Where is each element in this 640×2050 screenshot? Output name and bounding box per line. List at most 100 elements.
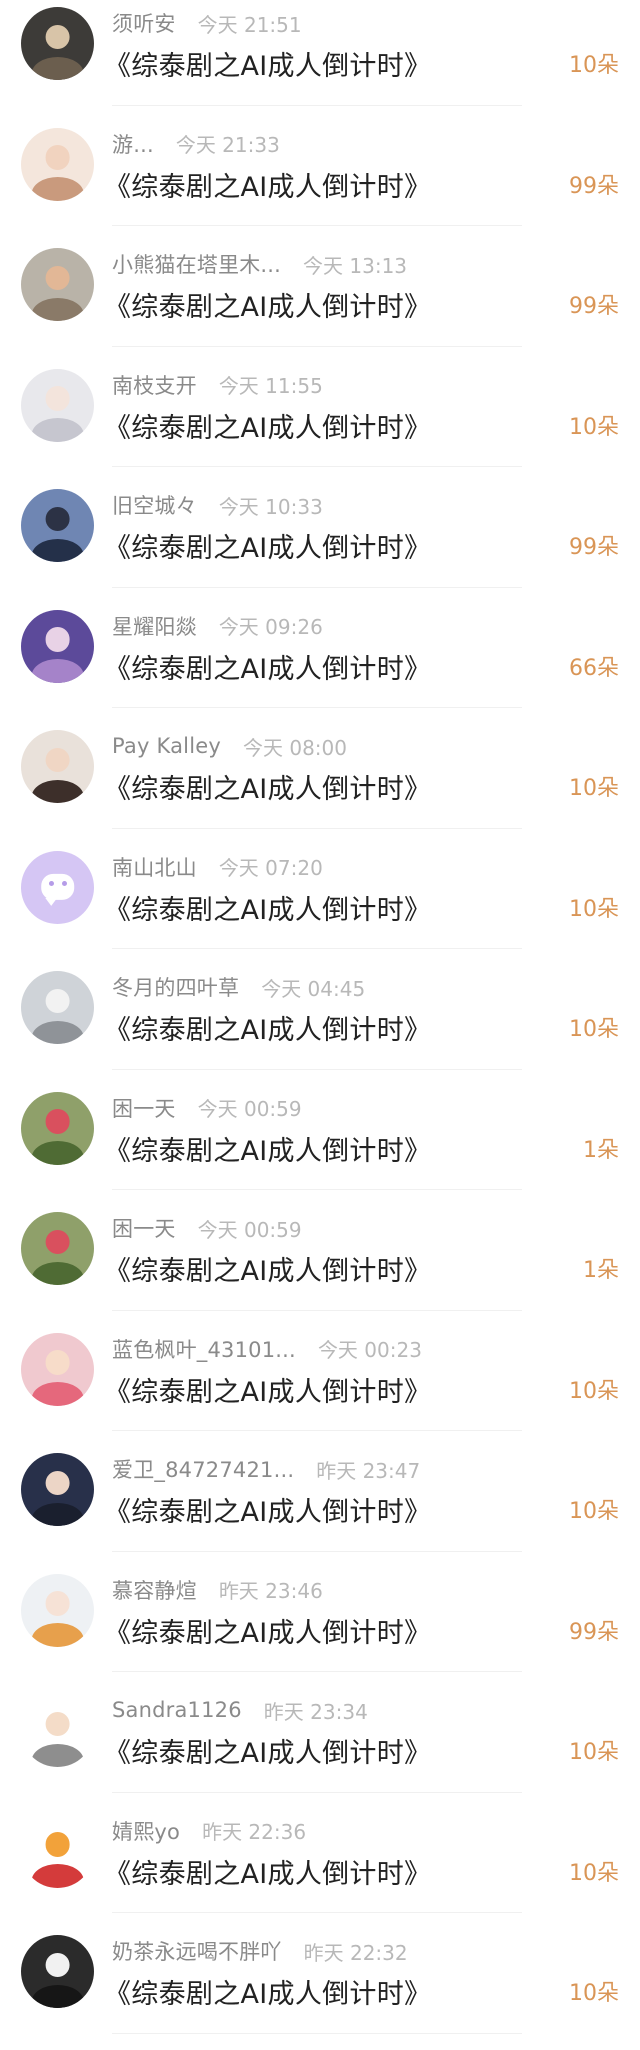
avatar-body	[31, 1502, 84, 1526]
row-divider	[112, 1550, 522, 1552]
user-avatar[interactable]	[21, 1212, 94, 1285]
meta-line: 婧熙yo 昨天 22:36	[112, 1816, 306, 1846]
work-title[interactable]: 《综泰剧之AI成人倒计时》	[104, 1370, 431, 1409]
work-title[interactable]: 《综泰剧之AI成人倒计时》	[104, 767, 431, 806]
flower-amount: 1朵	[583, 1258, 619, 1283]
timestamp: 今天 21:51	[197, 12, 302, 37]
username[interactable]: Sandra1126	[112, 1698, 242, 1722]
work-title[interactable]: 《综泰剧之AI成人倒计时》	[104, 647, 431, 686]
avatar-body	[31, 1864, 84, 1888]
work-title[interactable]: 《综泰剧之AI成人倒计时》	[104, 1972, 431, 2011]
work-title[interactable]: 《综泰剧之AI成人倒计时》	[104, 1008, 431, 1047]
username[interactable]: 星耀阳燚	[112, 611, 197, 641]
flower-amount: 10朵	[569, 1017, 619, 1042]
timestamp: 今天 10:33	[218, 494, 323, 519]
user-avatar[interactable]	[21, 609, 94, 683]
user-avatar[interactable]	[21, 971, 94, 1044]
row-divider	[112, 1791, 522, 1793]
gift-record-row[interactable]: Sandra1126 昨天 23:34 《综泰剧之AI成人倒计时》 10朵	[0, 1687, 640, 1808]
work-title[interactable]: 《综泰剧之AI成人倒计时》	[104, 44, 431, 83]
gift-record-row[interactable]: Pay Kalley 今天 08:00 《综泰剧之AI成人倒计时》 10朵	[0, 723, 640, 844]
work-title[interactable]: 《综泰剧之AI成人倒计时》	[104, 1129, 431, 1168]
gift-record-row[interactable]: 蓝色枫叶_43101... 今天 00:23 《综泰剧之AI成人倒计时》 10朵	[0, 1326, 640, 1447]
work-title[interactable]: 《综泰剧之AI成人倒计时》	[104, 1490, 431, 1529]
work-title[interactable]: 《综泰剧之AI成人倒计时》	[104, 406, 431, 445]
username[interactable]: 旧空城々	[112, 490, 197, 520]
gift-record-row[interactable]: 困一天 今天 00:59 《综泰剧之AI成人倒计时》 1朵	[0, 1205, 640, 1326]
flower-amount: 99朵	[569, 294, 619, 319]
user-avatar[interactable]	[21, 1091, 94, 1165]
gift-record-row[interactable]: 困一天 今天 00:59 《综泰剧之AI成人倒计时》 1朵	[0, 1085, 640, 1206]
username[interactable]: 蓝色枫叶_43101...	[112, 1334, 296, 1364]
meta-line: 爱卫_84727421... 昨天 23:47	[112, 1454, 421, 1484]
work-title[interactable]: 《综泰剧之AI成人倒计时》	[104, 526, 431, 565]
gift-record-row[interactable]: 游... 今天 21:33 《综泰剧之AI成人倒计时》 99朵	[0, 121, 640, 242]
user-avatar[interactable]	[21, 1573, 94, 1647]
username[interactable]: Pay Kalley	[112, 734, 221, 758]
username[interactable]: 南山北山	[112, 852, 197, 882]
username[interactable]: 困一天	[112, 1093, 176, 1123]
gift-record-row[interactable]: 小熊猫在塔里木... 今天 13:13 《综泰剧之AI成人倒计时》 99朵	[0, 241, 640, 362]
avatar-body	[31, 779, 84, 803]
gift-record-row[interactable]: 南山北山 今天 07:20 《综泰剧之AI成人倒计时》 10朵	[0, 844, 640, 965]
username[interactable]: 婧熙yo	[112, 1816, 180, 1846]
gift-record-row[interactable]: 星耀阳燚 今天 09:26 《综泰剧之AI成人倒计时》 66朵	[0, 603, 640, 724]
user-avatar[interactable]	[21, 127, 94, 201]
meta-line: 困一天 今天 00:59	[112, 1213, 302, 1243]
user-avatar[interactable]	[21, 1814, 94, 1888]
timestamp: 今天 00:23	[317, 1338, 422, 1362]
work-title[interactable]: 《综泰剧之AI成人倒计时》	[104, 1611, 431, 1650]
gift-record-row[interactable]: 冬月的四叶草 今天 04:45 《综泰剧之AI成人倒计时》 10朵	[0, 964, 640, 1085]
avatar-face	[45, 1711, 70, 1737]
gift-record-row[interactable]: 婧熙yo 昨天 22:36 《综泰剧之AI成人倒计时》 10朵	[0, 1808, 640, 1929]
user-avatar[interactable]	[21, 248, 94, 321]
user-avatar[interactable]	[21, 1332, 94, 1406]
user-avatar[interactable]	[21, 7, 94, 80]
gift-record-row[interactable]: 慕容静煊 昨天 23:46 《综泰剧之AI成人倒计时》 99朵	[0, 1567, 640, 1688]
gift-record-row[interactable]: 须听安 今天 21:51 《综泰剧之AI成人倒计时》 10朵	[0, 0, 640, 121]
row-divider	[112, 1068, 522, 1070]
username[interactable]: 须听安	[112, 8, 176, 38]
username[interactable]: 冬月的四叶草	[112, 972, 239, 1002]
flower-amount: 99朵	[569, 173, 619, 199]
user-avatar[interactable]	[21, 368, 94, 442]
avatar-face	[45, 24, 70, 50]
username[interactable]: 慕容静煊	[112, 1575, 197, 1605]
user-avatar[interactable]	[21, 730, 94, 803]
gift-record-row[interactable]: 爱卫_84727421... 昨天 23:47 《综泰剧之AI成人倒计时》 10…	[0, 1446, 640, 1567]
timestamp: 昨天 23:46	[218, 1579, 323, 1603]
gift-record-row[interactable]: 奶茶永远喝不胖吖 昨天 22:32 《综泰剧之AI成人倒计时》 10朵	[0, 1928, 640, 2049]
username[interactable]: 小熊猫在塔里木...	[112, 249, 281, 279]
username[interactable]: 南枝支开	[112, 370, 197, 400]
username[interactable]: 游...	[112, 129, 154, 159]
gift-record-row[interactable]: 南枝支开 今天 11:55 《综泰剧之AI成人倒计时》 10朵	[0, 362, 640, 483]
user-avatar[interactable]	[21, 1694, 94, 1767]
username[interactable]: 奶茶永远喝不胖吖	[112, 1936, 282, 1966]
avatar-body	[31, 659, 84, 683]
timestamp: 今天 21:33	[175, 133, 280, 157]
avatar-body	[31, 1623, 84, 1647]
work-title[interactable]: 《综泰剧之AI成人倒计时》	[104, 1852, 431, 1891]
work-title[interactable]: 《综泰剧之AI成人倒计时》	[104, 165, 431, 204]
user-avatar[interactable]	[21, 1453, 94, 1526]
meta-line: Pay Kalley 今天 08:00	[112, 733, 347, 760]
avatar-body	[31, 56, 84, 80]
flower-amount: 10朵	[569, 1499, 619, 1524]
meta-line: 南山北山 今天 07:20	[112, 852, 323, 882]
user-avatar[interactable]	[21, 489, 94, 562]
gift-record-row[interactable]: 旧空城々 今天 10:33 《综泰剧之AI成人倒计时》 99朵	[0, 482, 640, 603]
user-avatar[interactable]	[21, 1935, 94, 2008]
work-title[interactable]: 《综泰剧之AI成人倒计时》	[104, 1249, 431, 1288]
row-divider	[112, 2032, 522, 2034]
timestamp: 今天 11:55	[218, 374, 323, 398]
work-title[interactable]: 《综泰剧之AI成人倒计时》	[104, 888, 431, 927]
work-title[interactable]: 《综泰剧之AI成人倒计时》	[104, 1731, 431, 1770]
flower-amount: 10朵	[569, 776, 619, 801]
flower-amount: 10朵	[569, 53, 619, 78]
avatar-face	[45, 1832, 70, 1857]
timestamp: 昨天 23:47	[316, 1458, 421, 1483]
username[interactable]: 困一天	[112, 1213, 176, 1243]
username[interactable]: 爱卫_84727421...	[112, 1454, 294, 1484]
user-avatar-bubble[interactable]	[21, 850, 94, 924]
work-title[interactable]: 《综泰剧之AI成人倒计时》	[104, 285, 431, 324]
